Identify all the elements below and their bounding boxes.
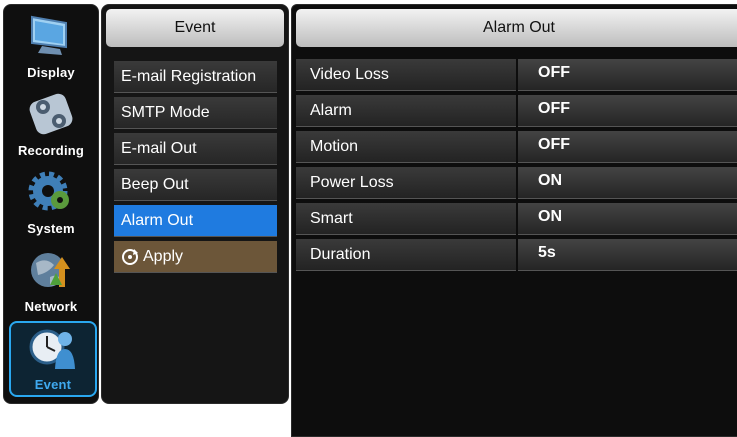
menu-item-email-registration[interactable]: E-mail Registration	[114, 61, 277, 93]
menu-item-smtp-mode[interactable]: SMTP Mode	[114, 97, 277, 129]
menu-item-email-out[interactable]: E-mail Out	[114, 133, 277, 165]
menu-item-beep-out[interactable]: Beep Out	[114, 169, 277, 201]
setting-label: Video Loss	[296, 59, 516, 91]
setting-label: Duration	[296, 239, 516, 271]
sidebar-item-network[interactable]: Network	[4, 241, 98, 317]
setting-value-toggle[interactable]: OFF	[518, 131, 737, 163]
alarm-out-panel: Alarm Out Video Loss OFF Alarm OFF Motio…	[291, 4, 737, 437]
gear-icon	[28, 171, 69, 211]
globe-network-icon	[31, 253, 70, 287]
clock-person-icon	[29, 329, 75, 369]
sidebar-item-event[interactable]: Event	[9, 321, 97, 397]
sidebar-item-recording[interactable]: Recording	[4, 85, 98, 161]
apply-button[interactable]: Apply	[114, 241, 277, 273]
setting-label: Power Loss	[296, 167, 516, 199]
sidebar-item-label: Recording	[17, 143, 85, 158]
setting-value-toggle[interactable]: ON	[518, 167, 737, 199]
sidebar-item-label: Network	[24, 299, 78, 314]
setting-label: Smart	[296, 203, 516, 235]
setting-row-video-loss: Video Loss OFF	[296, 59, 737, 91]
sidebar-item-label: Display	[27, 65, 75, 80]
refresh-icon	[122, 248, 138, 265]
setting-value-toggle[interactable]: OFF	[518, 95, 737, 127]
sidebar-item-label: Event	[34, 377, 72, 392]
setting-value-toggle[interactable]: ON	[518, 203, 737, 235]
setting-label: Motion	[296, 131, 516, 163]
setting-row-power-loss: Power Loss ON	[296, 167, 737, 199]
event-submenu: Event E-mail Registration SMTP Mode E-ma…	[101, 4, 289, 404]
setting-value-toggle[interactable]: OFF	[518, 59, 737, 91]
setting-row-duration: Duration 5s	[296, 239, 737, 271]
setting-label: Alarm	[296, 95, 516, 127]
monitor-icon	[31, 15, 67, 55]
sidebar-item-system[interactable]: System	[4, 163, 98, 239]
category-sidebar: Display Recording System Network Event	[3, 4, 99, 404]
setting-row-smart: Smart ON	[296, 203, 737, 235]
menu-item-alarm-out[interactable]: Alarm Out	[114, 205, 277, 237]
setting-value-duration[interactable]: 5s	[518, 239, 737, 271]
sidebar-item-label: System	[27, 221, 75, 236]
panel-title: Alarm Out	[296, 9, 737, 47]
sidebar-item-display[interactable]: Display	[4, 7, 98, 83]
setting-row-alarm: Alarm OFF	[296, 95, 737, 127]
menu-title: Event	[106, 9, 284, 47]
apply-label: Apply	[143, 248, 184, 265]
setting-row-motion: Motion OFF	[296, 131, 737, 163]
film-reel-icon	[29, 93, 73, 135]
